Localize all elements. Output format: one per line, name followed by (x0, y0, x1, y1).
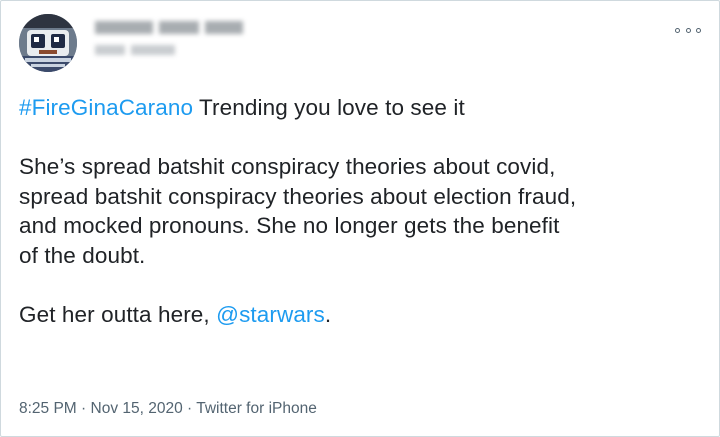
blurred-handle (95, 45, 195, 59)
tweet-paragraph-line: of the doubt. (19, 242, 146, 268)
tweet-text: #FireGinaCarano Trending you love to see… (19, 93, 709, 329)
tweet-line-1-text: Trending you love to see it (193, 95, 465, 120)
hashtag-link[interactable]: #FireGinaCarano (19, 95, 193, 120)
avatar[interactable] (19, 14, 77, 72)
avatar-image (19, 14, 77, 72)
more-dot (696, 27, 701, 33)
tweet-time[interactable]: 8:25 PM (19, 400, 77, 417)
tweet-line-1: #FireGinaCarano Trending you love to see… (19, 93, 709, 123)
meta-separator: · (182, 400, 197, 417)
tweet-source: Twitter for iPhone (196, 400, 317, 417)
tweet-last-line-suffix: . (324, 301, 332, 327)
tweet-last-line: Get her outta here, @starwars. (19, 300, 709, 330)
more-dot (675, 27, 680, 33)
meta-separator: · (76, 400, 91, 417)
tweet-card: #FireGinaCarano Trending you love to see… (0, 0, 720, 437)
tweet-date[interactable]: Nov 15, 2020 (91, 400, 183, 417)
tweet-paragraph-line: and mocked pronouns. She no longer gets … (19, 213, 560, 238)
tweet-paragraph-line: spread batshit conspiracy theories about… (19, 183, 577, 209)
more-options-icon[interactable] (675, 23, 701, 37)
tweet-paragraph-line: She’s spread batshit conspiracy theories… (19, 154, 556, 179)
blurred-display-name (95, 21, 295, 39)
mention-link[interactable]: @starwars (216, 302, 325, 327)
tweet-metadata: 8:25 PM · Nov 15, 2020 · Twitter for iPh… (19, 400, 317, 418)
more-dot (685, 27, 691, 33)
tweet-last-line-prefix: Get her outta here, (19, 301, 217, 327)
